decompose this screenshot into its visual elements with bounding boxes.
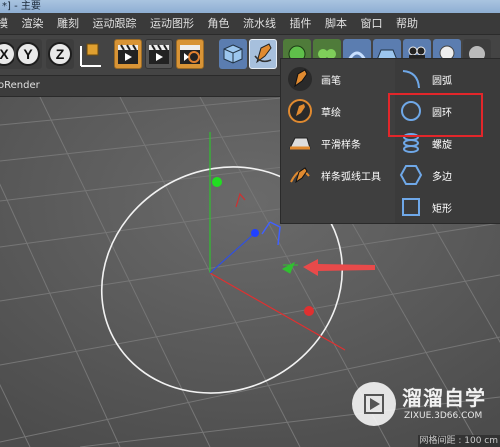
menu-item-pen-label: 画笔 — [321, 75, 341, 87]
sketch-icon — [287, 98, 313, 124]
menu-bar: 模 渲染 雕刻 运动跟踪 运动图形 角色 流水线 插件 脚本 窗口 帮助 — [0, 13, 500, 35]
highlight-box — [388, 93, 483, 137]
grid-spacing-status: 网格间距 : 100 cm — [418, 435, 500, 447]
menu-item-motion-tracking[interactable]: 运动跟踪 — [88, 13, 142, 34]
pen-icon — [287, 66, 313, 92]
menu-item-model[interactable]: 模 — [0, 13, 13, 34]
menu-item-character[interactable]: 角色 — [203, 13, 235, 34]
x-axis-handle[interactable] — [304, 306, 314, 316]
menu-item-spline-arc-tool[interactable]: 样条弧线工具 — [287, 161, 381, 189]
lock-y-icon: Y — [16, 42, 40, 66]
render-view-button[interactable] — [114, 39, 142, 69]
clapperboard-icon — [118, 44, 138, 64]
menu-item-arc-label: 圆弧 — [432, 75, 452, 87]
coordinate-system-icon — [80, 43, 101, 67]
cube-button[interactable] — [219, 39, 247, 69]
menu-item-spline-smooth[interactable]: 平滑样条 — [287, 129, 361, 157]
menu-item-rectangle[interactable]: 矩形 — [398, 193, 452, 221]
watermark-logo-icon — [352, 382, 396, 426]
y-axis-handle[interactable] — [212, 177, 222, 187]
spline-tools-menu: 画笔 草绘 平滑样条 样条弧线工具 圆弧 圆环 螺旋 多边 矩形 — [280, 58, 500, 224]
pen-spline-button[interactable] — [249, 39, 277, 69]
menu-item-sketch[interactable]: 草绘 — [287, 97, 341, 125]
cube-icon — [223, 44, 243, 64]
render-to-picture-viewer-button[interactable] — [145, 39, 173, 69]
menu-item-spline-arc-tool-label: 样条弧线工具 — [321, 171, 381, 183]
menu-item-arc[interactable]: 圆弧 — [398, 65, 452, 93]
watermark-url: ZIXUE.3D66.COM — [404, 411, 483, 421]
arc-icon — [398, 66, 424, 92]
menu-item-spline-smooth-label: 平滑样条 — [321, 139, 361, 151]
watermark-brand: 溜溜自学 — [402, 386, 486, 410]
render-settings-button[interactable] — [176, 39, 204, 69]
menu-item-sculpt[interactable]: 雕刻 — [52, 13, 84, 34]
menu-item-sketch-label: 草绘 — [321, 107, 341, 119]
coordinate-system-button[interactable] — [76, 39, 104, 69]
polygon-icon — [398, 162, 424, 188]
menu-item-render[interactable]: 渲染 — [17, 13, 49, 34]
menu-item-pipeline[interactable]: 流水线 — [238, 13, 281, 34]
lock-z-icon: Z — [48, 42, 72, 66]
menu-item-polygon-label: 多边 — [432, 171, 452, 183]
lock-z-button[interactable]: Z — [46, 39, 74, 69]
window-title: *] - 主要 — [2, 1, 41, 12]
render-settings-icon — [180, 45, 200, 64]
spline-arc-tool-icon — [287, 162, 313, 188]
menu-item-polygon[interactable]: 多边 — [398, 161, 452, 189]
lock-y-button[interactable]: Y — [14, 39, 42, 69]
z-axis-handle[interactable] — [251, 229, 259, 237]
clapperboard-icon — [149, 44, 169, 64]
menu-item-script[interactable]: 脚本 — [320, 13, 352, 34]
menu-item-rectangle-label: 矩形 — [432, 203, 452, 215]
menu-item-plugins[interactable]: 插件 — [285, 13, 317, 34]
menu-item-mograph[interactable]: 运动图形 — [145, 13, 199, 34]
menu-item-help[interactable]: 帮助 — [391, 13, 423, 34]
window-title-bar: *] - 主要 — [0, 0, 500, 13]
watermark: 溜溜自学 ZIXUE.3D66.COM — [352, 380, 497, 432]
renderer-label: oRender — [0, 80, 40, 91]
menu-item-window[interactable]: 窗口 — [356, 13, 388, 34]
rectangle-icon — [398, 194, 424, 220]
spline-smooth-icon — [287, 130, 313, 156]
menu-item-helix-label: 螺旋 — [432, 139, 452, 151]
menu-item-pen[interactable]: 画笔 — [287, 65, 341, 93]
pen-icon — [254, 43, 272, 64]
